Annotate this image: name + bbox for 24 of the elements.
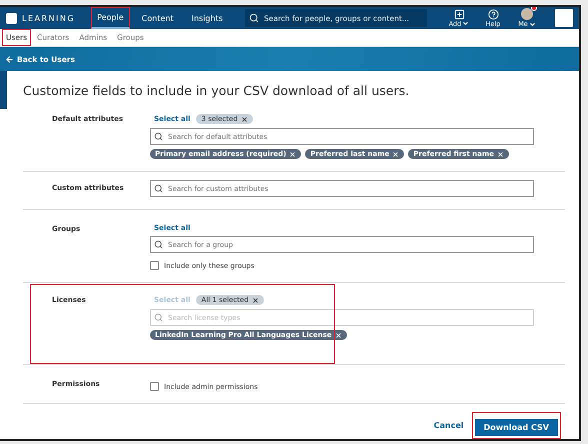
search-icon [154,240,163,249]
nav-tab[interactable]: People [91,7,130,29]
caret-icon [528,20,536,28]
nav-tab[interactable]: Content [136,7,180,29]
page-heading: Customize fields to include in your CSV download of all users. [23,83,410,98]
search-icon [154,313,163,322]
download-csv-button[interactable]: Download CSV [474,419,558,436]
blank-tile[interactable] [555,9,573,27]
cancel-link[interactable]: Cancel [434,421,464,430]
checkbox[interactable] [150,261,159,270]
help-icon [488,8,498,20]
add-icon [454,8,464,20]
remove-icon[interactable] [252,296,259,304]
nav-tab[interactable]: Insights [185,7,229,29]
logo-icon [6,12,17,24]
accent-stripe [0,71,7,109]
search-icon [154,184,163,193]
logo-text: LEARNING [22,14,76,22]
back-arrow-icon [5,54,14,64]
caret-icon [462,20,470,27]
search-icon [154,132,163,141]
search-icon [249,13,259,23]
checkbox[interactable] [150,382,159,391]
remove-icon[interactable] [240,116,248,122]
